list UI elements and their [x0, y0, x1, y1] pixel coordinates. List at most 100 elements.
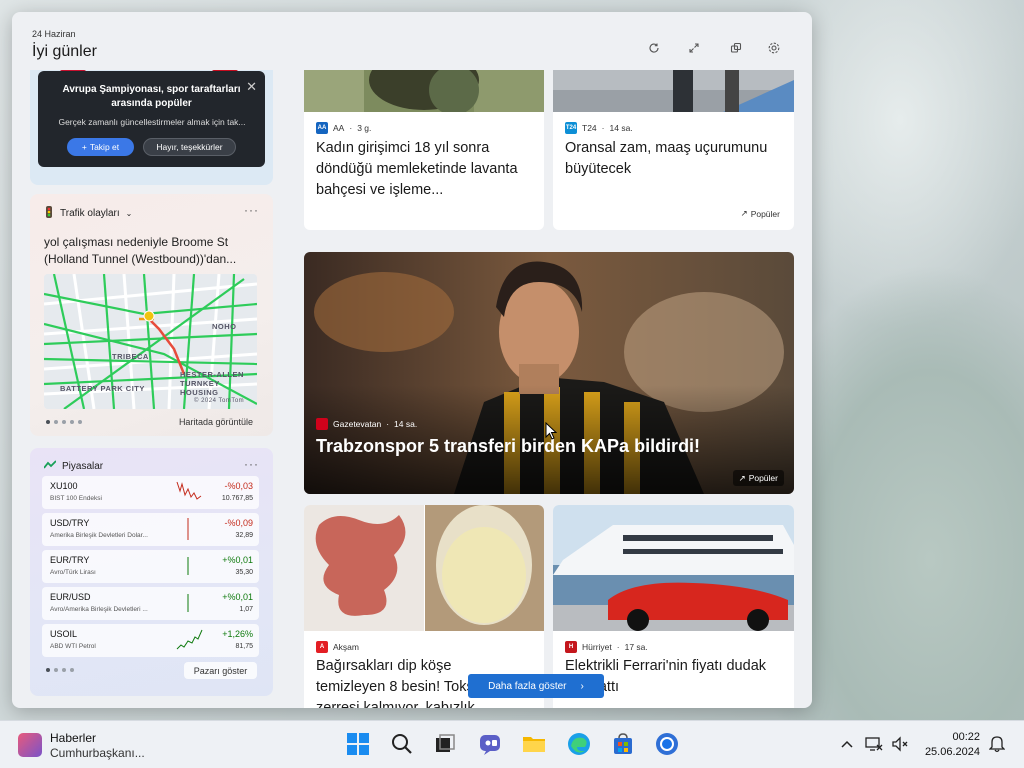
plus-icon: +	[81, 142, 87, 152]
traffic-light-icon	[44, 206, 54, 221]
traffic-title-label: Trafik olayları	[60, 208, 120, 219]
markets-title-label: Piyasalar	[62, 461, 104, 472]
chrome-icon[interactable]	[654, 731, 680, 757]
close-icon[interactable]: ✕	[246, 79, 257, 95]
panel-greeting: İyi günler	[32, 43, 97, 60]
markets-card[interactable]: Piyasalar ··· XU100 BIST 100 Endeksi -%0…	[30, 448, 273, 696]
market-desc: Amerika Birleşik Devletleri Dolar...	[50, 532, 148, 539]
start-icon[interactable]	[345, 731, 371, 757]
file-explorer-icon[interactable]	[521, 731, 547, 757]
sparkline-icon	[187, 594, 189, 612]
search-icon[interactable]	[389, 731, 415, 757]
market-change: +%0,01	[222, 592, 253, 602]
follow-button[interactable]: + Takip et	[67, 138, 134, 156]
more-options-icon[interactable]: ···	[244, 457, 259, 471]
more-options-icon[interactable]: ···	[244, 203, 259, 217]
euro-championship-card: ✕ Avrupa Şampiyonası, spor taraftarları …	[30, 70, 273, 185]
market-row[interactable]: USD/TRY Amerika Birleşik Devletleri Dola…	[42, 513, 259, 546]
map-label-tribeca: TRIBECA	[112, 352, 149, 361]
news-title[interactable]: Oransal zam, maaş uçurumunu büyütecek	[565, 138, 780, 180]
show-more-button[interactable]: Daha fazla göster ›	[468, 674, 604, 698]
news-source: AA AA · 3 g.	[316, 122, 372, 134]
system-clock[interactable]: 00:22 25.06.2024	[925, 730, 980, 760]
markets-page-dots[interactable]	[46, 668, 74, 672]
chevron-right-icon: ›	[580, 680, 584, 692]
news-feed: AA AA · 3 g. Kadın girişimci 18 yıl sonr…	[304, 70, 796, 708]
popup-title: Avrupa Şampiyonası, spor taraftarları ar…	[62, 84, 241, 109]
widgets-panel: 24 Haziran İyi günler ✕ Avrupa Şampiyona…	[12, 12, 812, 708]
follow-button-label: Takip et	[89, 142, 120, 152]
market-name: EUR/USD	[50, 592, 91, 602]
market-row[interactable]: XU100 BIST 100 Endeksi -%0,03 10.767,85	[42, 476, 259, 509]
source-name: Hürriyet	[582, 642, 612, 652]
news-source: Gazetevatan · 14 sa.	[316, 418, 417, 430]
panel-date: 24 Haziran	[32, 29, 76, 39]
sparkline-icon	[187, 557, 189, 575]
source-name: Gazetevatan	[333, 419, 382, 429]
market-price: 1,07	[239, 606, 253, 613]
market-name: XU100	[50, 481, 78, 491]
news-image	[304, 70, 544, 112]
refresh-icon[interactable]	[644, 38, 664, 58]
taskbar-news-widget[interactable]: Haberler Cumhurbaşkanı...	[16, 729, 166, 761]
popup-description: Gerçek zamanlı güncellestirmeler almak i…	[58, 117, 246, 127]
market-name: USD/TRY	[50, 518, 90, 528]
clock-date: 25.06.2024	[924, 746, 980, 758]
traffic-card[interactable]: Trafik olayları ⌄ ··· yol çalışması nede…	[30, 194, 273, 436]
show-market-button[interactable]: Pazarı göster	[184, 662, 257, 679]
news-title[interactable]: Kadın girişimci 18 yıl sonra döndüğü mem…	[316, 138, 531, 201]
market-price: 10.767,85	[221, 495, 253, 502]
traffic-map[interactable]: TRIBECA NOHO BATTERY PARK CITY HESTER-AL…	[44, 274, 257, 409]
source-name: Akşam	[333, 642, 359, 652]
sparkline-icon	[187, 518, 189, 540]
map-attribution: © 2024 TomTom	[194, 398, 245, 404]
source-name: AA	[333, 123, 345, 133]
market-row[interactable]: EUR/TRY Avro/Türk Lirası +%0,01 35,30	[42, 550, 259, 583]
panel-header: 24 Haziran İyi günler	[12, 12, 812, 70]
market-change: -%0,09	[224, 518, 253, 528]
chevron-up-icon[interactable]	[838, 735, 856, 753]
task-view-icon[interactable]	[432, 731, 458, 757]
map-label-hester-allen: HESTER-ALLEN TURNKEY HOUSING	[180, 370, 244, 397]
expand-icon[interactable]	[684, 38, 704, 58]
settings-icon[interactable]	[764, 38, 784, 58]
pin-icon[interactable]	[726, 38, 746, 58]
news-title[interactable]: Trabzonspor 5 transferi birden KAPa bild…	[316, 436, 700, 457]
news-widget-icon	[18, 733, 42, 757]
clock-time: 00:22	[952, 731, 980, 743]
hero-news-card[interactable]: Gazetevatan · 14 sa. Trabzonspor 5 trans…	[304, 252, 794, 494]
market-change: +%0,01	[222, 555, 253, 565]
decline-button[interactable]: Hayır, teşekkürler	[143, 138, 236, 156]
teams-icon[interactable]	[477, 731, 503, 757]
notification-bell-icon[interactable]	[988, 735, 1006, 753]
edge-icon[interactable]	[566, 731, 592, 757]
traffic-incident-text[interactable]: yol çalışması nedeniyle Broome St (Holla…	[44, 234, 264, 268]
market-row[interactable]: USOIL ABD WTI Petrol +1,26% 81,75	[42, 624, 259, 657]
hero-image	[304, 252, 794, 494]
sparkline-icon	[176, 629, 203, 650]
market-price: 81,75	[235, 643, 253, 650]
market-row[interactable]: EUR/USD Avro/Amerika Birleşik Devletleri…	[42, 587, 259, 620]
source-age: 17 sa.	[624, 642, 648, 652]
volume-muted-icon[interactable]	[891, 735, 909, 753]
view-on-map-link[interactable]: Haritada görüntüle	[179, 417, 253, 427]
market-desc: ABD WTI Petrol	[50, 643, 96, 650]
network-icon[interactable]	[865, 735, 883, 753]
widgets-column: ✕ Avrupa Şampiyonası, spor taraftarları …	[30, 70, 274, 708]
news-source: H Hürriyet · 17 sa.	[565, 641, 648, 653]
markets-chart-icon	[43, 460, 57, 473]
source-name: T24	[582, 123, 597, 133]
t24-logo-icon: T24	[565, 122, 577, 134]
news-source: T24 T24 · 14 sa.	[565, 122, 633, 134]
traffic-page-dots[interactable]	[46, 420, 82, 424]
news-card[interactable]: T24 T24 · 14 sa. Oransal zam, maaş uçuru…	[553, 70, 794, 230]
news-widget-title: Haberler	[50, 731, 97, 745]
traffic-card-title[interactable]: Trafik olayları ⌄	[44, 206, 132, 221]
store-icon[interactable]	[610, 731, 636, 757]
news-card[interactable]: AA AA · 3 g. Kadın girişimci 18 yıl sonr…	[304, 70, 544, 230]
popular-badge: ↗ Popüler	[732, 470, 784, 486]
markets-card-title[interactable]: Piyasalar	[43, 460, 104, 473]
sparkline-icon	[176, 481, 202, 500]
market-name: EUR/TRY	[50, 555, 90, 565]
market-desc: Avro/Amerika Birleşik Devletleri ...	[50, 606, 148, 613]
